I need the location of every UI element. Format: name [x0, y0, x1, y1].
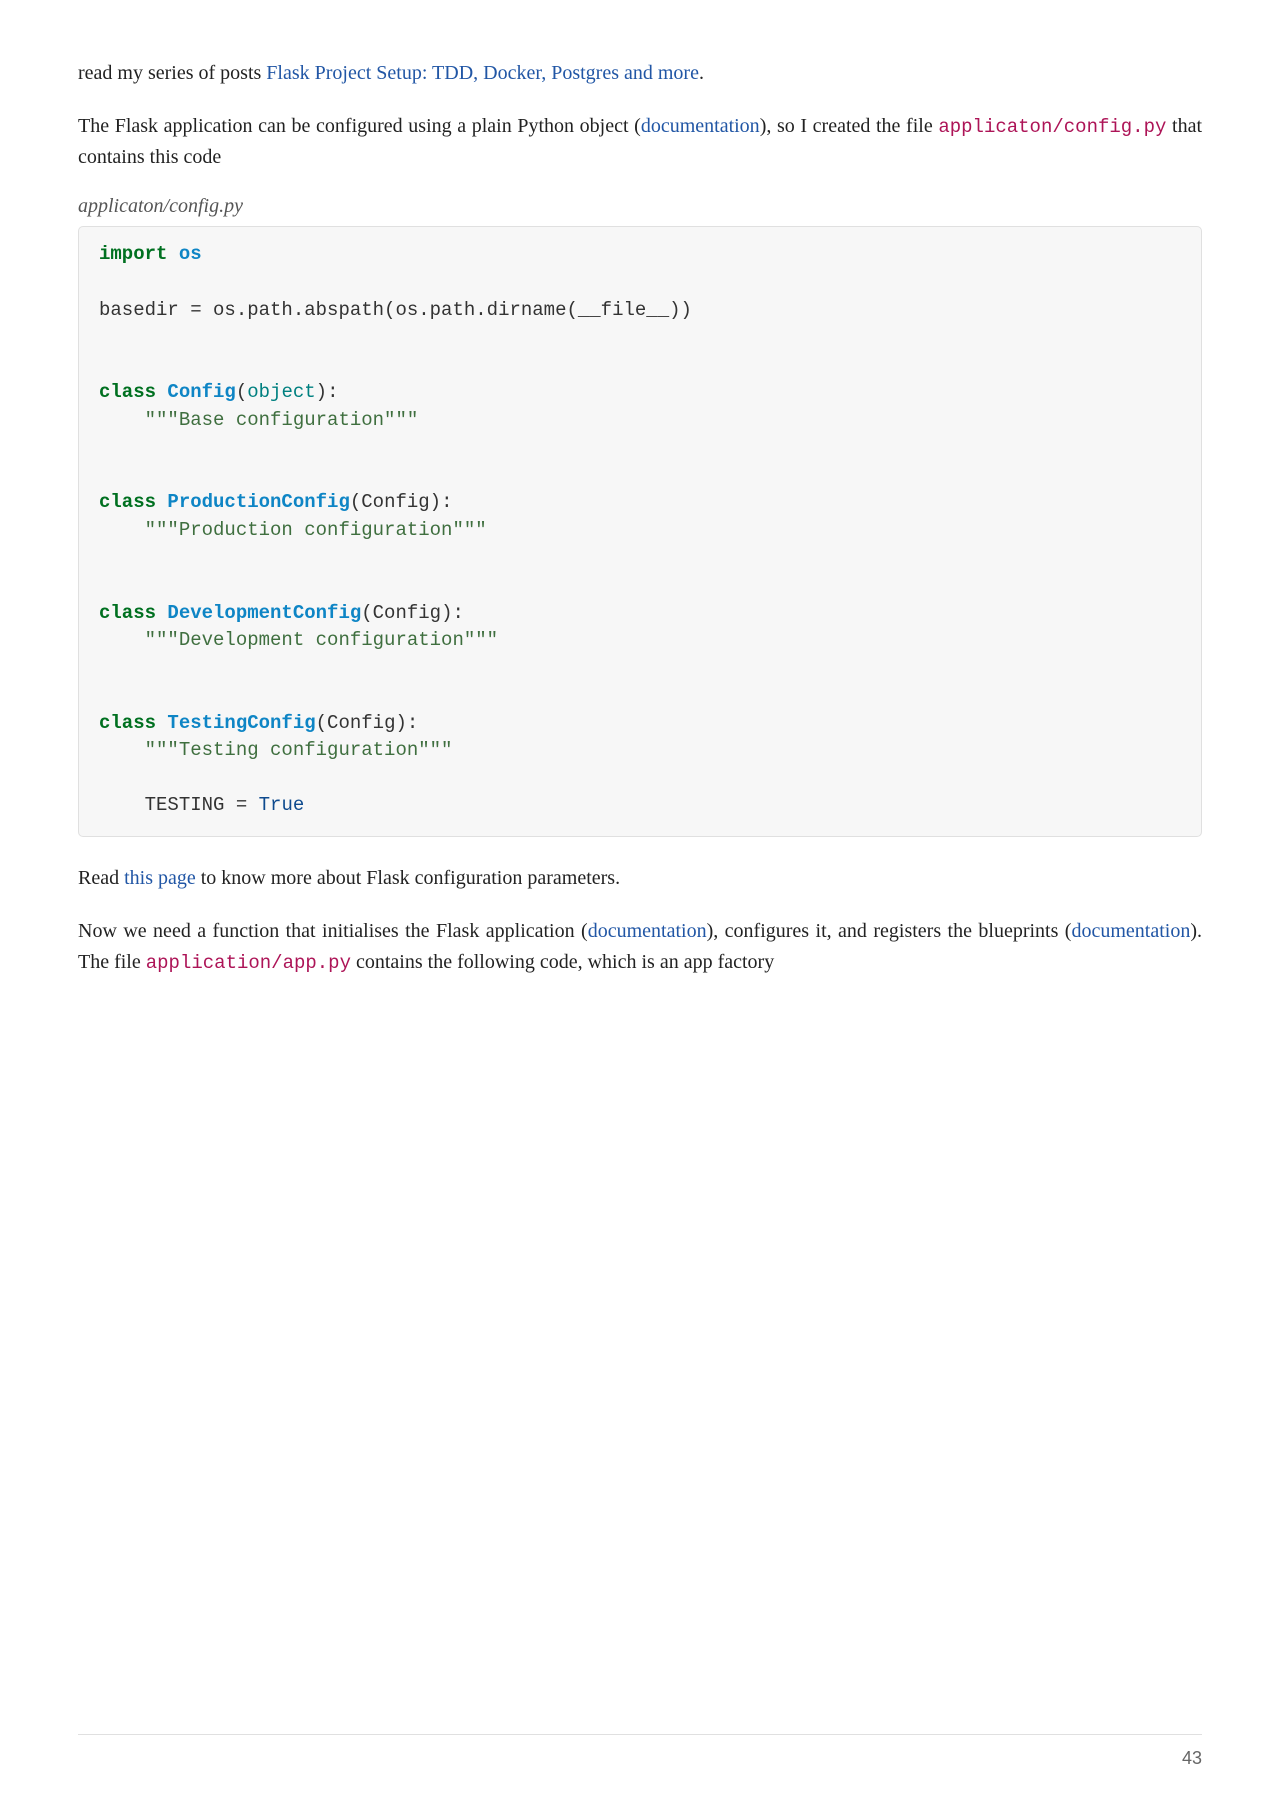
code-block-config: import os basedir = os.path.abspath(os.p… — [78, 226, 1202, 836]
text: ), configures it, and registers the blue… — [707, 920, 1072, 942]
code-text: (Config): — [350, 491, 453, 513]
code-name: DevelopmentConfig — [156, 602, 361, 624]
code-docstring: """Production configuration""" — [145, 519, 487, 541]
code-indent — [99, 629, 145, 651]
code-keyword: import — [99, 243, 167, 265]
code-keyword: class — [99, 491, 156, 513]
code-caption-config: applicaton/config.py — [78, 195, 1202, 218]
code-keyword: class — [99, 381, 156, 403]
code-indent — [99, 739, 145, 761]
code-text: (Config): — [316, 712, 419, 734]
code-name: TestingConfig — [156, 712, 316, 734]
code-text: TESTING = — [145, 794, 259, 816]
inline-code-config-path: applicaton/config.py — [938, 116, 1166, 138]
paragraph-read-more: Read this page to know more about Flask … — [78, 863, 1202, 894]
code-docstring: """Development configuration""" — [145, 629, 498, 651]
link-documentation-config-object[interactable]: documentation — [641, 115, 760, 137]
paragraph-intro: read my series of posts Flask Project Se… — [78, 58, 1202, 89]
code-constant: True — [259, 794, 305, 816]
paragraph-app-factory: Now we need a function that initialises … — [78, 916, 1202, 978]
code-builtin: object — [247, 381, 315, 403]
page-number: 43 — [1182, 1748, 1202, 1769]
text: Read — [78, 867, 124, 889]
code-docstring: """Base configuration""" — [145, 409, 419, 431]
code-keyword: class — [99, 602, 156, 624]
code-text: ( — [236, 381, 247, 403]
link-flask-series[interactable]: Flask Project Setup: TDD, Docker, Postgr… — [266, 62, 699, 84]
code-indent — [99, 409, 145, 431]
text: to know more about Flask configuration p… — [196, 867, 620, 889]
code-indent — [99, 794, 145, 816]
link-this-page[interactable]: this page — [124, 867, 196, 889]
code-docstring: """Testing configuration""" — [145, 739, 453, 761]
code-name: ProductionConfig — [156, 491, 350, 513]
code-indent — [99, 519, 145, 541]
code-line: basedir = os.path.abspath(os.path.dirnam… — [99, 299, 692, 321]
text: contains the following code, which is an… — [351, 951, 774, 973]
code-keyword: class — [99, 712, 156, 734]
paragraph-config-intro: The Flask application can be configured … — [78, 111, 1202, 173]
text: . — [699, 62, 704, 84]
code-name: Config — [156, 381, 236, 403]
code-name: os — [167, 243, 201, 265]
link-documentation-blueprints[interactable]: documentation — [1071, 920, 1190, 942]
text: ), so I created the file — [760, 115, 939, 137]
link-documentation-init[interactable]: documentation — [588, 920, 707, 942]
footer-divider — [78, 1734, 1202, 1735]
page-content: read my series of posts Flask Project Se… — [0, 0, 1280, 978]
text: Now we need a function that initialises … — [78, 920, 588, 942]
inline-code-app-path: application/app.py — [146, 952, 351, 974]
text: The Flask application can be configured … — [78, 115, 641, 137]
text: read my series of posts — [78, 62, 266, 84]
code-text: (Config): — [361, 602, 464, 624]
code-text: ): — [316, 381, 339, 403]
